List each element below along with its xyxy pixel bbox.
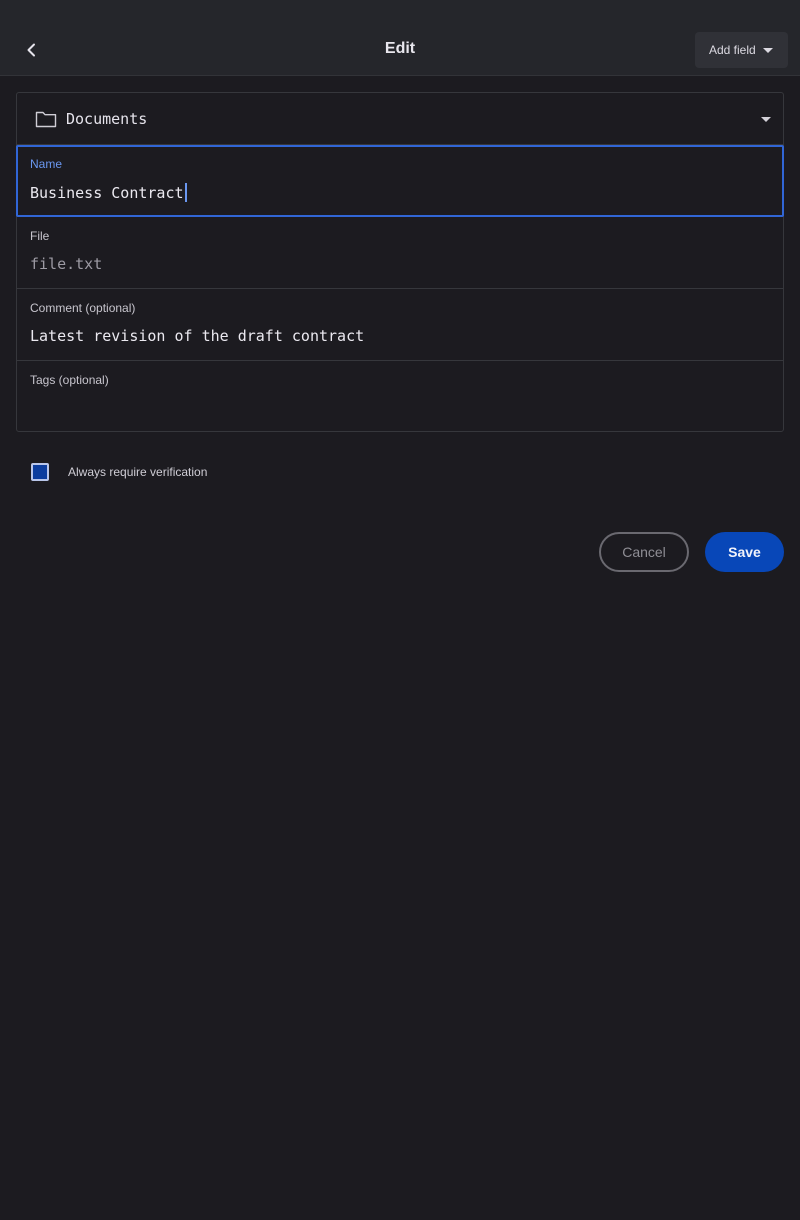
verification-option[interactable]: Always require verification bbox=[31, 463, 207, 481]
cancel-button[interactable]: Cancel bbox=[599, 532, 689, 572]
file-field[interactable]: File file.txt bbox=[17, 217, 783, 289]
tags-field[interactable]: Tags (optional) bbox=[17, 361, 783, 432]
name-label: Name bbox=[30, 157, 63, 171]
save-button[interactable]: Save bbox=[705, 532, 784, 572]
tags-label: Tags (optional) bbox=[30, 373, 109, 387]
add-field-label: Add field bbox=[709, 43, 756, 57]
file-input[interactable]: file.txt bbox=[30, 255, 102, 273]
folder-select[interactable]: Documents bbox=[17, 93, 783, 145]
edit-form: Documents Name Business Contract File fi… bbox=[16, 92, 784, 432]
folder-label: Documents bbox=[66, 110, 148, 128]
add-field-button[interactable]: Add field bbox=[695, 32, 788, 68]
verification-checkbox[interactable] bbox=[31, 463, 49, 481]
file-label: File bbox=[30, 229, 50, 243]
top-app-bar: Edit Add field bbox=[0, 0, 800, 76]
folder-icon bbox=[35, 111, 57, 128]
page-title: Edit bbox=[384, 40, 416, 57]
caret-down-icon bbox=[761, 117, 771, 122]
text-cursor bbox=[184, 183, 187, 202]
caret-down-icon bbox=[762, 48, 773, 53]
name-input[interactable]: Business Contract bbox=[30, 183, 187, 202]
comment-label: Comment (optional) bbox=[30, 301, 136, 315]
comment-input[interactable]: Latest revision of the draft contract bbox=[30, 327, 364, 345]
name-field[interactable]: Name Business Contract bbox=[16, 145, 784, 217]
name-value: Business Contract bbox=[30, 184, 184, 202]
comment-field[interactable]: Comment (optional) Latest revision of th… bbox=[17, 289, 783, 361]
verification-label: Always require verification bbox=[68, 465, 208, 479]
